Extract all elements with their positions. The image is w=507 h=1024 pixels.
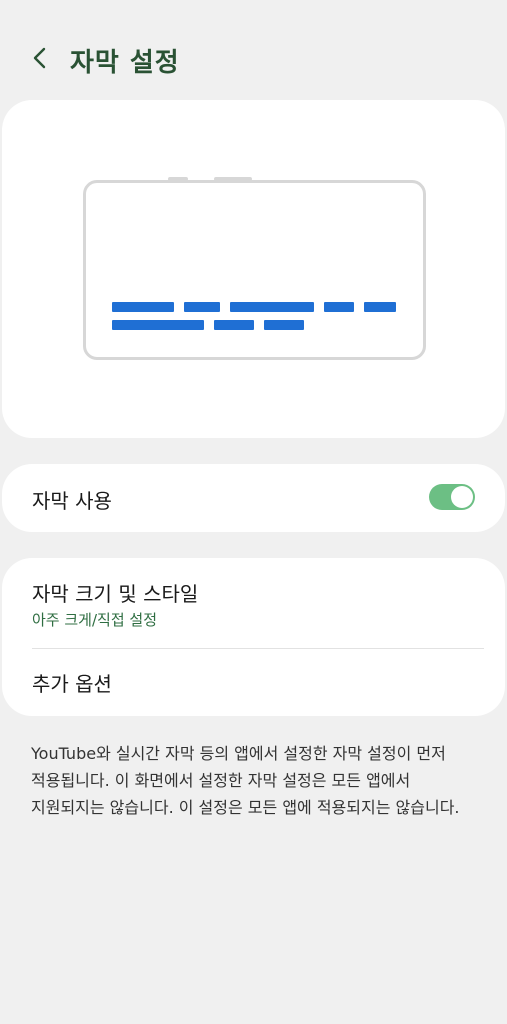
device-illustration bbox=[83, 177, 426, 360]
caption-size-style-value: 아주 크게/직접 설정 bbox=[32, 611, 157, 629]
toggle-knob bbox=[451, 486, 473, 508]
caption-size-style-label: 자막 크기 및 스타일 bbox=[32, 582, 199, 606]
caption-options-card: 자막 크기 및 스타일 아주 크게/직접 설정 추가 옵션 bbox=[2, 558, 505, 716]
additional-options-label: 추가 옵션 bbox=[32, 672, 112, 696]
caption-line bbox=[184, 302, 220, 312]
caption-preview-card bbox=[2, 100, 505, 438]
caption-toggle-card[interactable]: 자막 사용 bbox=[2, 464, 505, 532]
chevron-left-icon bbox=[29, 47, 51, 73]
caption-line bbox=[230, 302, 314, 312]
caption-line bbox=[264, 320, 304, 330]
device-button bbox=[214, 177, 252, 181]
caption-line bbox=[364, 302, 396, 312]
caption-line bbox=[112, 302, 174, 312]
device-button bbox=[168, 177, 188, 181]
caption-line bbox=[324, 302, 354, 312]
caption-note-text: YouTube와 실시간 자막 등의 앱에서 설정한 자막 설정이 먼저 적용됩… bbox=[31, 744, 460, 817]
additional-options-item[interactable]: 추가 옵션 bbox=[2, 649, 505, 716]
page-title: 자막 설정 bbox=[70, 48, 180, 78]
caption-size-style-item[interactable]: 자막 크기 및 스타일 아주 크게/직접 설정 bbox=[2, 558, 505, 648]
caption-line bbox=[214, 320, 254, 330]
caption-toggle-label: 자막 사용 bbox=[32, 489, 112, 513]
caption-toggle-switch[interactable] bbox=[429, 484, 475, 510]
back-button[interactable] bbox=[20, 40, 60, 80]
caption-line bbox=[112, 320, 204, 330]
